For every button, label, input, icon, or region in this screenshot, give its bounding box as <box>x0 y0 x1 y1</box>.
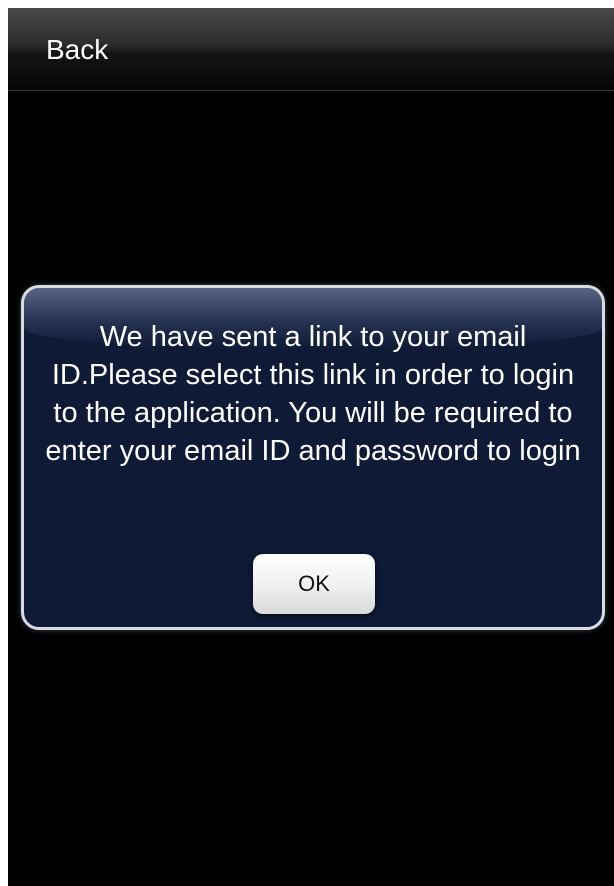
alert-message: We have sent a link to your email ID.Ple… <box>45 321 581 467</box>
navigation-bar: Back <box>8 8 614 91</box>
app-screen: Back We have sent a link to your email I… <box>8 8 614 886</box>
alert-dialog: We have sent a link to your email ID.Ple… <box>21 285 605 630</box>
back-button[interactable]: Back <box>46 30 108 70</box>
ok-button[interactable]: OK <box>253 554 375 614</box>
